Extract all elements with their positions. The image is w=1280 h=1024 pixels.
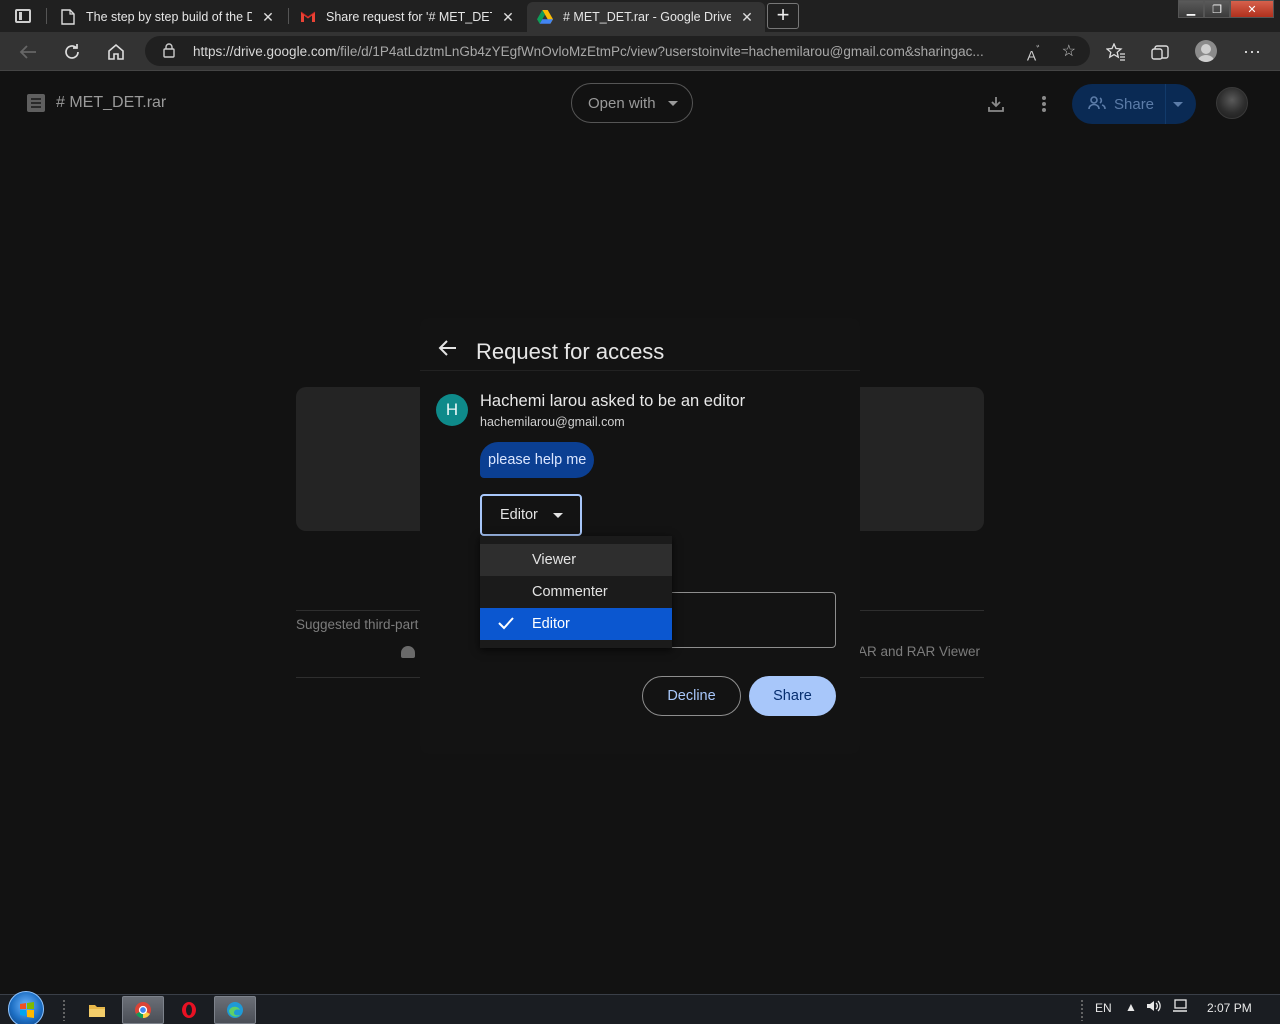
refresh-icon[interactable] <box>59 39 85 65</box>
maximize-icon[interactable]: ❐ <box>1204 0 1230 18</box>
file-type-icon <box>27 94 45 112</box>
tab-google-drive[interactable]: # MET_DET.rar - Google Drive ✕ <box>527 2 765 32</box>
window-controls: ▁ ❐ ✕ <box>1178 0 1274 18</box>
favorites-icon[interactable] <box>1103 39 1129 65</box>
share-header-button[interactable]: Share <box>1072 84 1196 124</box>
request-message-bubble: please help me <box>480 442 595 478</box>
back-arrow-icon[interactable] <box>437 339 459 361</box>
address-bar[interactable]: https://drive.google.com/file/d/1P4atLdz… <box>145 36 1090 66</box>
opera-icon[interactable] <box>168 996 210 1024</box>
start-button[interactable] <box>8 991 44 1024</box>
tab-strip: The step by step build of the Def ✕ Shar… <box>0 0 1280 32</box>
read-aloud-icon[interactable]: Aﾞ <box>1027 42 1042 64</box>
taskbar-grip <box>62 999 66 1021</box>
role-dropdown[interactable]: Editor <box>480 494 582 536</box>
requester-email: hachemilarou@gmail.com <box>480 415 625 429</box>
share-header-label: Share <box>1114 96 1155 113</box>
role-option-commenter[interactable]: Commenter <box>480 576 672 608</box>
role-option-label: Viewer <box>532 552 577 568</box>
open-with-button[interactable]: Open with <box>571 83 693 123</box>
back-icon[interactable] <box>15 39 41 65</box>
clock[interactable]: 2:07 PM <box>1207 1001 1252 1015</box>
dialog-title: Request for access <box>476 339 665 364</box>
url-host: https://drive.google.com <box>193 44 337 59</box>
tab-title: # MET_DET.rar - Google Drive <box>563 10 731 24</box>
role-option-editor[interactable]: Editor <box>480 608 672 640</box>
suggested-app-name[interactable]: AR and RAR Viewer <box>858 644 980 659</box>
taskbar: EN ▲ 2:07 PM <box>0 991 1280 1024</box>
caret-down-icon <box>667 100 678 106</box>
role-option-viewer[interactable]: Viewer <box>480 544 672 576</box>
tab-separator <box>46 8 47 24</box>
tab-step-by-step[interactable]: The step by step build of the Def ✕ <box>50 2 286 32</box>
tab-separator <box>288 8 289 24</box>
tab-title: Share request for '# MET_DET.rar <box>326 10 492 24</box>
add-favorite-icon[interactable]: ☆ <box>1062 41 1076 61</box>
profile-icon[interactable] <box>1195 40 1217 62</box>
more-options-icon[interactable]: ⋯ <box>1239 39 1265 65</box>
open-with-label: Open with <box>588 94 656 112</box>
tab-title: The step by step build of the Def <box>86 10 252 24</box>
taskbar-grip <box>1080 999 1084 1021</box>
suggested-apps-label: Suggested third-part <box>296 617 419 632</box>
tab-actions-icon[interactable] <box>6 4 40 28</box>
share-options-caret-icon[interactable] <box>1173 102 1183 107</box>
role-option-label: Editor <box>532 616 570 632</box>
role-menu: Viewer Commenter Editor <box>480 536 672 648</box>
file-name: # MET_DET.rar <box>56 94 167 111</box>
url-path: /file/d/1P4atLdztmLnGb4zYEgfWnOvloMzEtmP… <box>336 44 984 59</box>
collections-icon[interactable] <box>1147 39 1173 65</box>
browser-toolbar: https://drive.google.com/file/d/1P4atLdz… <box>0 32 1280 71</box>
minimize-icon[interactable]: ▁ <box>1178 0 1204 18</box>
share-button[interactable]: Share <box>749 676 836 716</box>
drive-viewer-header: # MET_DET.rar Open with Share <box>0 71 1280 136</box>
close-tab-icon[interactable]: ✕ <box>260 9 276 26</box>
url-text: https://drive.google.com/file/d/1P4atLdz… <box>193 44 1013 59</box>
download-icon[interactable] <box>985 93 1007 115</box>
chrome-icon[interactable] <box>122 996 164 1024</box>
document-icon <box>60 9 76 25</box>
close-tab-icon[interactable]: ✕ <box>739 9 755 26</box>
caret-down-icon <box>553 513 563 518</box>
file-explorer-icon[interactable] <box>76 996 118 1024</box>
lock-icon[interactable] <box>163 43 175 63</box>
requester-text: Hachemi larou asked to be an editor <box>480 392 746 410</box>
language-indicator[interactable]: EN <box>1095 1001 1112 1015</box>
decline-button[interactable]: Decline <box>642 676 741 716</box>
account-avatar[interactable] <box>1216 87 1248 119</box>
close-window-icon[interactable]: ✕ <box>1230 0 1274 18</box>
role-option-label: Commenter <box>532 584 608 600</box>
person-add-icon <box>1088 96 1106 114</box>
more-vert-icon[interactable] <box>1033 93 1055 115</box>
tab-share-request[interactable]: Share request for '# MET_DET.rar ✕ <box>290 2 526 32</box>
role-selected-label: Editor <box>500 507 538 523</box>
share-divider <box>1165 84 1166 124</box>
show-hidden-icons-icon[interactable]: ▲ <box>1125 1000 1137 1014</box>
gmail-icon <box>300 9 316 25</box>
checkmark-icon <box>497 616 515 634</box>
new-tab-button[interactable]: + <box>767 3 799 29</box>
close-tab-icon[interactable]: ✕ <box>500 9 516 26</box>
network-icon[interactable] <box>1172 999 1188 1016</box>
dialog-divider <box>420 370 860 371</box>
home-icon[interactable] <box>103 39 129 65</box>
volume-icon[interactable] <box>1146 999 1162 1016</box>
google-drive-icon <box>537 9 553 25</box>
edge-icon[interactable] <box>214 996 256 1024</box>
requester-avatar: H <box>436 394 468 426</box>
app-icon <box>401 646 415 658</box>
